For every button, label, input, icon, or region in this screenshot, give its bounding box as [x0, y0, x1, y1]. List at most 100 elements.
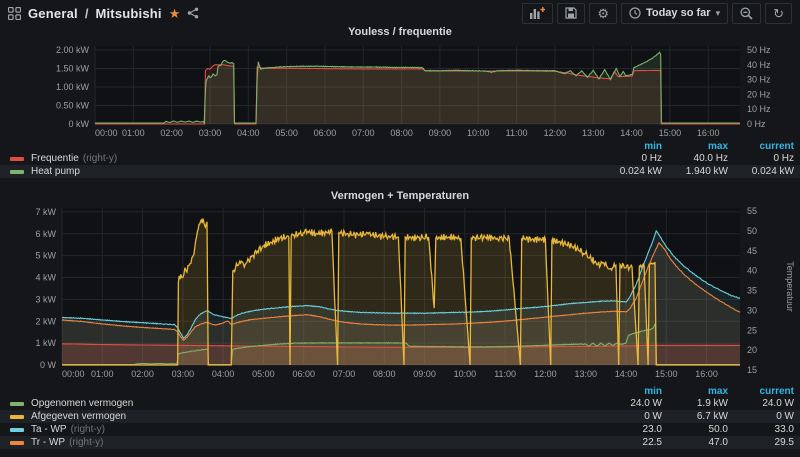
panel-title[interactable]: Youless / frequentie — [0, 26, 800, 41]
legend-sort-max[interactable]: max — [662, 141, 728, 152]
breadcrumb-separator: / — [84, 5, 89, 21]
svg-text:1 kW: 1 kW — [35, 338, 56, 348]
svg-text:16:00: 16:00 — [695, 369, 718, 379]
chevron-down-icon: ▾ — [715, 7, 721, 18]
svg-text:09:00: 09:00 — [413, 369, 436, 379]
series-label[interactable]: Ta - WP — [31, 424, 67, 435]
series-color-swatch[interactable] — [10, 414, 24, 419]
svg-text:12:00: 12:00 — [544, 128, 567, 138]
legend-value-min: 22.5 — [642, 437, 662, 448]
svg-text:04:00: 04:00 — [237, 128, 260, 138]
svg-text:50: 50 — [747, 226, 757, 236]
svg-text:55: 55 — [747, 206, 757, 216]
svg-text:0 Hz: 0 Hz — [747, 119, 766, 129]
star-icon[interactable]: ★ — [169, 7, 181, 20]
series-label[interactable]: Opgenomen vermogen — [31, 398, 133, 409]
series-color-swatch[interactable] — [10, 440, 24, 445]
refresh-button[interactable]: ↻ — [765, 2, 792, 24]
panel-vermogen-temperaturen: Vermogen + Temperaturen 7 kW 6 kW 5 kW 4 kW… — [0, 190, 800, 457]
vermogen-legend: min max current Opgenomen vermogen 24.0 W 1.9… — [0, 386, 800, 449]
svg-text:50 Hz: 50 Hz — [747, 45, 771, 55]
legend-sort-max[interactable]: max — [662, 386, 728, 397]
svg-text:16:00: 16:00 — [697, 128, 720, 138]
svg-text:08:00: 08:00 — [390, 128, 413, 138]
series-label[interactable]: Tr - WP — [31, 437, 65, 448]
svg-text:02:00: 02:00 — [131, 369, 154, 379]
svg-text:02:00: 02:00 — [160, 128, 183, 138]
svg-text:0 kW: 0 kW — [68, 119, 89, 129]
legend-value-current: 0 Hz — [773, 153, 794, 164]
svg-text:1.50 kW: 1.50 kW — [56, 63, 90, 73]
svg-text:03:00: 03:00 — [199, 128, 222, 138]
legend-row: Frequentie (right-y) 0 Hz 40.0 Hz 0 Hz — [0, 152, 800, 165]
breadcrumb-folder[interactable]: General — [28, 6, 78, 21]
legend-value-min: 0.024 kW — [619, 166, 662, 177]
legend-row: Opgenomen vermogen 24.0 W 1.9 kW 24.0 W — [0, 397, 800, 410]
svg-text:04:00: 04:00 — [212, 369, 235, 379]
svg-text:3 kW: 3 kW — [35, 294, 56, 304]
legend-sort-current[interactable]: current — [728, 386, 794, 397]
legend-value-current: 29.5 — [774, 437, 794, 448]
svg-text:05:00: 05:00 — [275, 128, 298, 138]
svg-text:40 Hz: 40 Hz — [747, 60, 771, 70]
legend-sort-min[interactable]: min — [596, 386, 662, 397]
legend-row: Afgegeven vermogen 0 W 6.7 kW 0 W — [0, 410, 800, 423]
svg-text:5 kW: 5 kW — [35, 251, 56, 261]
series-axis-suffix: (right-y) — [70, 424, 106, 435]
svg-text:11:00: 11:00 — [506, 128, 528, 138]
svg-text:00:00: 00:00 — [62, 369, 85, 379]
svg-text:15: 15 — [747, 365, 757, 375]
svg-text:12:00: 12:00 — [534, 369, 557, 379]
svg-text:40: 40 — [747, 266, 757, 276]
grafana-dashboard: General / Mitsubishi ★ ⚙ Today so far ▾ … — [0, 0, 800, 457]
legend-sort-min[interactable]: min — [596, 141, 662, 152]
zoom-out-button[interactable] — [732, 2, 762, 24]
time-range-picker[interactable]: Today so far ▾ — [620, 2, 729, 24]
add-panel-button[interactable] — [522, 2, 554, 24]
svg-text:08:00: 08:00 — [373, 369, 396, 379]
panel-title[interactable]: Vermogen + Temperaturen — [0, 190, 800, 204]
series-color-swatch[interactable] — [10, 156, 24, 161]
legend-value-max: 1.9 kW — [696, 398, 728, 409]
dashboard-settings-button[interactable]: ⚙ — [589, 2, 617, 24]
svg-text:00:00: 00:00 — [95, 128, 118, 138]
clock-icon — [629, 7, 641, 19]
legend-value-current: 0.024 kW — [751, 166, 794, 177]
svg-text:10:00: 10:00 — [454, 369, 477, 379]
series-color-swatch[interactable] — [10, 401, 24, 406]
legend-value-max: 6.7 kW — [696, 411, 728, 422]
save-dashboard-button[interactable] — [557, 2, 586, 24]
svg-text:13:00: 13:00 — [574, 369, 597, 379]
svg-text:03:00: 03:00 — [172, 369, 195, 379]
svg-text:07:00: 07:00 — [352, 128, 375, 138]
share-icon[interactable] — [187, 7, 199, 19]
refresh-icon: ↻ — [773, 5, 784, 21]
svg-text:2.00 kW: 2.00 kW — [56, 45, 90, 55]
legend-value-min: 24.0 W — [630, 398, 662, 409]
series-label[interactable]: Afgegeven vermogen — [31, 411, 126, 422]
series-label[interactable]: Heat pump — [31, 166, 80, 177]
youless-legend: min max current Frequentie (right-y) 0 Hz 40.0… — [0, 141, 800, 178]
vermogen-chart-canvas[interactable]: 7 kW 6 kW 5 kW 4 kW 3 kW 2 kW 1 kW 0 W 55 50 45 40 3… — [0, 204, 800, 386]
dashboard-grid-icon[interactable] — [8, 6, 21, 20]
breadcrumb-dashboard-title[interactable]: Mitsubishi — [95, 6, 161, 21]
svg-text:2 kW: 2 kW — [35, 316, 56, 326]
legend-value-min: 0 W — [644, 411, 662, 422]
series-label[interactable]: Frequentie — [31, 153, 79, 164]
svg-text:6 kW: 6 kW — [35, 229, 56, 239]
legend-value-current: 33.0 — [774, 424, 794, 435]
legend-value-min: 0 Hz — [641, 153, 662, 164]
legend-header-row: min max current — [0, 141, 800, 152]
svg-text:35: 35 — [747, 286, 757, 296]
svg-text:11:00: 11:00 — [494, 369, 516, 379]
series-color-swatch[interactable] — [10, 427, 24, 432]
series-color-swatch[interactable] — [10, 169, 24, 174]
svg-text:1.00 kW: 1.00 kW — [56, 82, 90, 92]
svg-text:06:00: 06:00 — [314, 128, 337, 138]
svg-text:14:00: 14:00 — [615, 369, 638, 379]
svg-text:Temperatuur: Temperatuur — [785, 261, 795, 312]
youless-chart-canvas[interactable]: 2.00 kW 1.50 kW 1.00 kW 0.50 kW 0 kW 50 Hz 40 … — [0, 41, 800, 141]
time-range-label: Today so far — [645, 7, 711, 19]
legend-sort-current[interactable]: current — [728, 141, 794, 152]
legend-value-current: 24.0 W — [762, 398, 794, 409]
